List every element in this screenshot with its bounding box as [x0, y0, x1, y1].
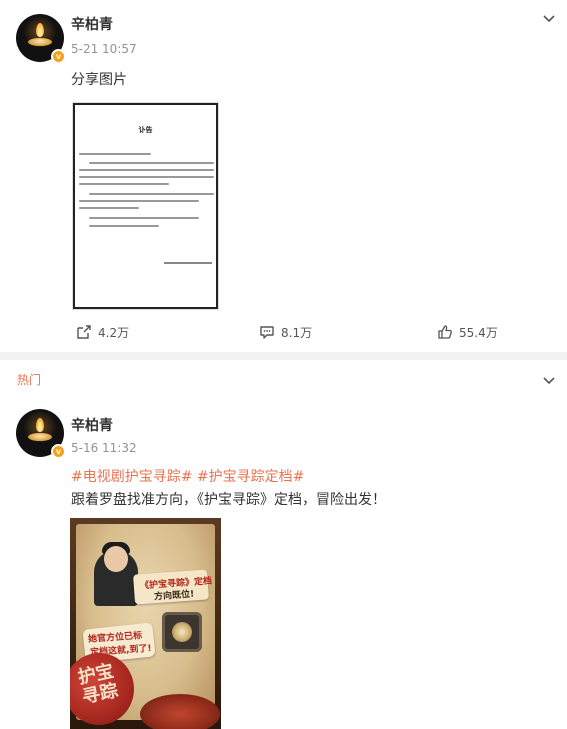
action-bar: 4.2万 8.1万 55.4万 [0, 316, 567, 348]
thumbs-up-icon [438, 325, 452, 339]
author-name[interactable]: 辛柏青 [71, 14, 113, 34]
image-title: 讣告 [138, 126, 153, 134]
comment-button[interactable]: 8.1万 [259, 316, 312, 348]
verified-badge: v [51, 444, 66, 459]
post-image[interactable]: 《护宝寻踪》定档 方向既位! 她官方位已标 定档这就,到了! 护宝寻踪 [70, 518, 221, 729]
chevron-down-icon[interactable] [541, 372, 557, 388]
weibo-post-1: v 辛柏青 5-21 10:57 分享图片 讣告 4.2万 8.1万 55.4万 [0, 0, 567, 352]
comment-count: 8.1万 [281, 325, 313, 340]
like-count: 55.4万 [459, 325, 498, 340]
hashtag-link[interactable]: #电视剧护宝寻踪# [71, 469, 192, 485]
post-text: 分享图片 [71, 72, 127, 88]
comment-icon [260, 326, 274, 339]
like-button[interactable]: 55.4万 [437, 316, 498, 348]
post-time[interactable]: 5-16 11:32 [71, 441, 137, 455]
share-icon [77, 325, 91, 339]
candle-flame-icon [36, 23, 44, 37]
avatar[interactable]: v [16, 14, 66, 64]
post-text: 跟着罗盘找准方向，《护宝寻踪》定档，冒险出发！ [71, 492, 386, 508]
share-count: 4.2万 [98, 325, 130, 340]
verified-badge: v [51, 49, 66, 64]
hot-section-label: 热门 [17, 373, 42, 387]
post-image[interactable]: 讣告 [73, 103, 218, 309]
author-name[interactable]: 辛柏青 [71, 415, 113, 435]
share-button[interactable]: 4.2万 [76, 316, 129, 348]
candle-flame-icon [36, 418, 44, 432]
compass-icon [162, 612, 202, 652]
chevron-down-icon[interactable] [541, 10, 557, 26]
post-time[interactable]: 5-21 10:57 [71, 42, 137, 56]
hashtag-link[interactable]: #护宝寻踪定档# [197, 469, 304, 485]
avatar[interactable]: v [16, 409, 66, 459]
feed-separator [0, 352, 567, 360]
weibo-post-2: 热门 v 辛柏青 5-16 11:32 #电视剧护宝寻踪# #护宝寻踪定档# 跟… [0, 360, 567, 729]
hashtag-line: #电视剧护宝寻踪# #护宝寻踪定档# [71, 466, 304, 486]
